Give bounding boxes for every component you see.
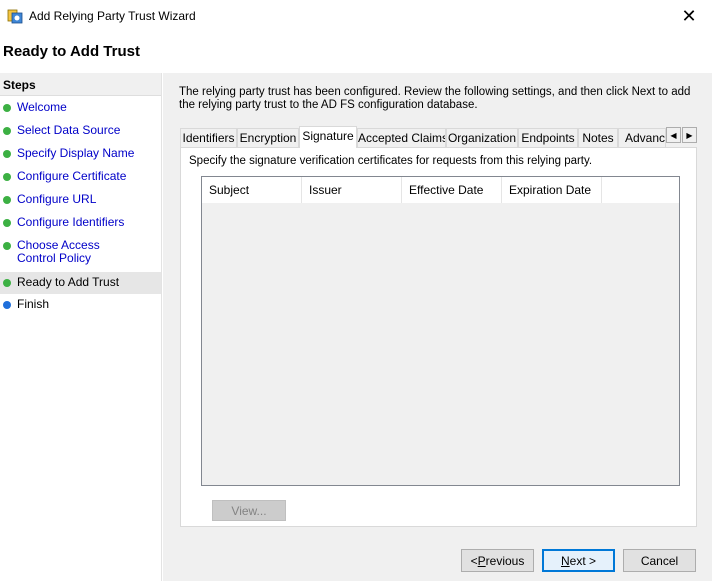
tab-strip: Identifiers Encryption Signature Accepte… [180,126,697,148]
step-label: Ready to Add Trust [17,275,120,289]
previous-prefix: < [470,553,478,568]
tab-endpoints[interactable]: Endpoints [518,128,578,147]
step-choose-access-control-policy[interactable]: Choose Access Control Policy [0,239,161,265]
cancel-button[interactable]: Cancel [623,549,696,572]
step-complete-icon [3,104,11,112]
wizard-header: Ready to Add Trust [0,32,712,72]
page-title: Ready to Add Trust [3,43,140,60]
certificates-list-header: Subject Issuer Effective Date Expiration… [202,177,679,203]
step-specify-display-name[interactable]: Specify Display Name [0,147,161,160]
previous-rest: revious [485,553,525,568]
tab-signature[interactable]: Signature [299,126,357,148]
signature-tab-page: Specify the signature verification certi… [180,147,697,527]
next-mnemonic: N [560,553,570,568]
step-select-data-source[interactable]: Select Data Source [0,124,161,137]
title-bar: Add Relying Party Trust Wizard ✕ [0,0,712,32]
certificates-list[interactable]: Subject Issuer Effective Date Expiration… [201,176,680,486]
tab-accepted-claims[interactable]: Accepted Claims [357,128,446,147]
step-complete-icon [3,173,11,181]
step-complete-icon [3,150,11,158]
step-label: Welcome [17,100,67,114]
column-header-expiration-date[interactable]: Expiration Date [502,177,602,203]
tab-organization[interactable]: Organization [446,128,518,147]
tab-scroll-left-icon[interactable]: ◀ [666,127,681,143]
previous-mnemonic: P [477,553,486,568]
step-label: Choose Access Control Policy [17,238,100,265]
steps-title: Steps [0,73,161,96]
step-configure-identifiers[interactable]: Configure Identifiers [0,216,161,229]
step-configure-url[interactable]: Configure URL [0,193,161,206]
step-complete-icon [3,127,11,135]
next-button[interactable]: Next > [542,549,615,572]
signature-description: Specify the signature verification certi… [189,155,593,167]
column-header-issuer[interactable]: Issuer [302,177,402,203]
step-label: Specify Display Name [17,146,135,160]
step-finish[interactable]: Finish [0,298,161,311]
step-pending-icon [3,301,11,309]
step-label: Configure Identifiers [17,215,125,229]
main-content: The relying party trust has been configu… [163,73,712,581]
step-ready-to-add-trust[interactable]: Ready to Add Trust [0,272,161,294]
step-complete-icon [3,279,11,287]
step-complete-icon [3,196,11,204]
step-complete-icon [3,219,11,227]
step-configure-certificate[interactable]: Configure Certificate [0,170,161,183]
step-label: Configure Certificate [17,169,127,183]
next-rest: ext > [569,553,597,568]
view-button[interactable]: View... [212,500,286,521]
tab-advanced[interactable]: Advanced [618,128,666,147]
step-label: Select Data Source [17,123,121,137]
column-header-effective-date[interactable]: Effective Date [402,177,502,203]
column-header-subject[interactable]: Subject [202,177,302,203]
step-welcome[interactable]: Welcome [0,101,161,114]
step-complete-icon [3,242,11,250]
close-icon[interactable]: ✕ [666,0,712,32]
intro-text: The relying party trust has been configu… [179,86,691,111]
step-label: Configure URL [17,192,97,206]
previous-button[interactable]: < Previous [461,549,534,572]
tab-scroll-right-icon[interactable]: ▶ [682,127,697,143]
step-label: Finish [17,297,50,311]
adfs-app-icon [7,9,23,24]
tab-identifiers[interactable]: Identifiers [180,128,237,147]
window-title: Add Relying Party Trust Wizard [29,9,196,23]
tab-encryption[interactable]: Encryption [237,128,299,147]
tab-notes[interactable]: Notes [578,128,618,147]
steps-panel: Steps Welcome Select Data Source Specify… [0,73,162,581]
